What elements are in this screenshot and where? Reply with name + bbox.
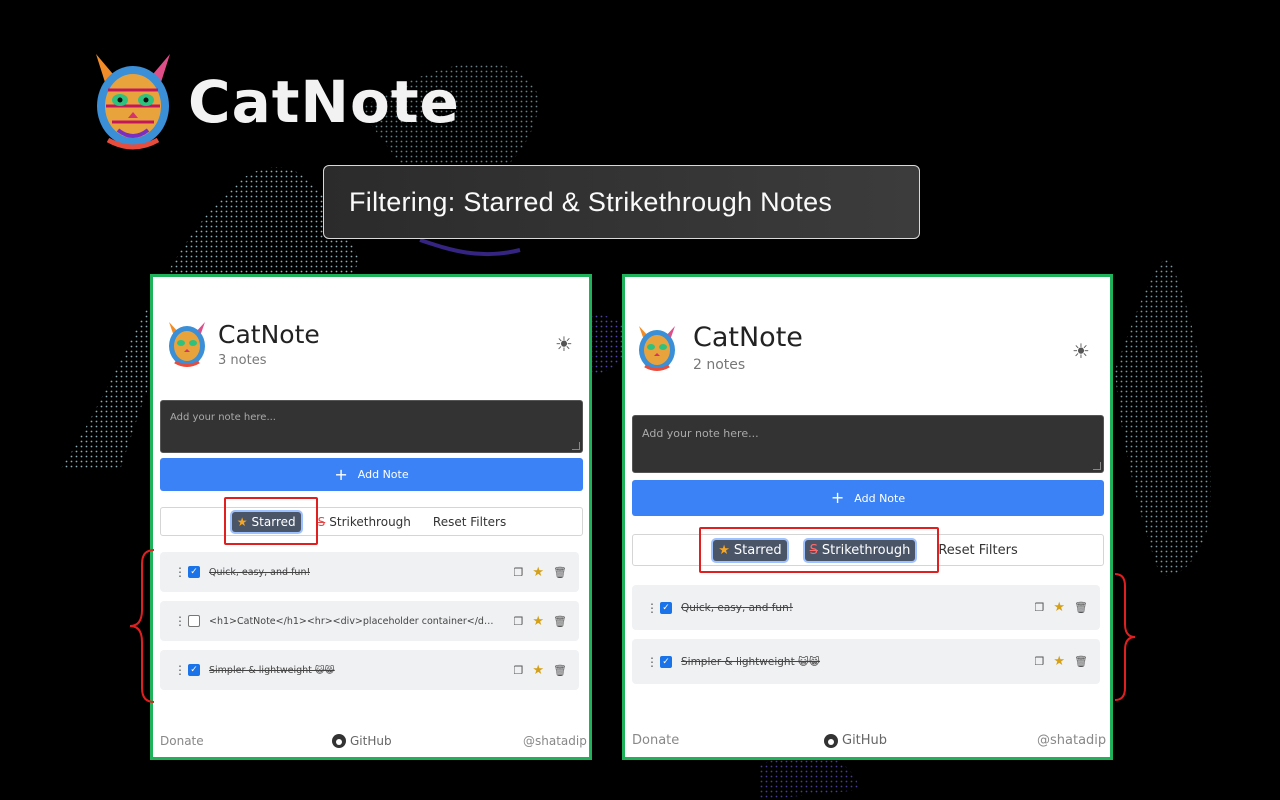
note-checkbox[interactable]: ✓ [660,655,672,668]
cat-logo-icon [169,322,205,367]
note-checkbox[interactable]: ✓ [188,566,200,578]
reset-filters-button[interactable]: Reset Filters [933,540,1022,561]
note-count: 3 notes [218,353,267,368]
resize-handle-icon[interactable] [572,442,580,450]
donate-link[interactable]: Donate [632,733,679,748]
reset-filters-button[interactable]: Reset Filters [428,512,511,532]
subtitle-text: Filtering: Starred & Strikethrough Notes [349,186,833,217]
app-title: CatNote [218,320,320,349]
note-actions: ❐ ★ 🗑 [514,565,568,580]
note-input-placeholder: Add your note here... [170,412,276,423]
list-item[interactable]: ⋮⋮ ✓ Quick, easy, and fun! ❐ ★ 🗑 [160,552,579,592]
trash-icon[interactable]: 🗑 [553,664,567,677]
copy-icon[interactable]: ❐ [514,664,524,677]
sun-icon[interactable]: ☀ [1072,339,1090,363]
github-label: GitHub [842,733,888,748]
copy-icon[interactable]: ❐ [1035,601,1045,614]
author-handle-link[interactable]: @shatadip [1037,733,1106,748]
note-text: Quick, easy, and fun! [209,566,311,578]
note-input[interactable]: Add your note here... [160,400,583,453]
resize-handle-icon[interactable] [1093,462,1101,470]
github-icon [824,733,838,748]
donate-link[interactable]: Donate [160,734,204,748]
strikethrough-icon: S [317,514,326,529]
drag-handle-icon[interactable]: ⋮⋮ [174,614,196,628]
note-text: Simpler & lightweight 😺😸 [681,655,820,668]
left-notes-brace [129,549,155,703]
note-checkbox[interactable] [188,615,200,627]
subtitle-banner: Filtering: Starred & Strikethrough Notes [323,165,920,239]
trash-icon[interactable]: 🗑 [553,615,567,628]
list-item[interactable]: ⋮⋮ ✓ Simpler & lightweight 😺😸 ❐ ★ 🗑 [160,650,579,690]
drag-handle-icon[interactable]: ⋮⋮ [174,565,196,579]
starred-filter-highlight [224,497,318,545]
add-note-button[interactable]: + Add Note [632,480,1104,516]
note-actions: ❐ ★ 🗑 [514,663,568,678]
add-note-button[interactable]: + Add Note [160,458,583,491]
app-header: CatNote 3 notes [165,319,320,369]
copy-icon[interactable]: ❐ [514,615,524,628]
list-item[interactable]: ⋮⋮ <h1>CatNote</h1><hr><div>placeholder … [160,601,579,641]
right-notes-brace [1114,573,1136,701]
plus-icon: + [334,464,348,484]
add-note-label: Add Note [854,491,906,505]
list-item[interactable]: ⋮⋮ ✓ Simpler & lightweight 😺😸 ❐ ★ 🗑 [632,639,1100,684]
note-text: Quick, easy, and fun! [681,601,793,614]
note-input[interactable]: Add your note here... [632,415,1104,473]
active-filters-highlight [699,527,939,573]
note-checkbox[interactable]: ✓ [660,601,672,614]
note-actions: ❐ ★ 🗑 [514,614,568,629]
note-input-placeholder: Add your note here... [642,427,759,440]
cat-logo-icon [639,325,675,371]
app-header: CatNote 2 notes [635,322,803,373]
star-icon[interactable]: ★ [532,565,544,580]
star-icon[interactable]: ★ [1053,654,1065,669]
note-text: Simpler & lightweight 😺😸 [209,664,335,676]
add-note-label: Add Note [357,468,409,481]
github-icon [332,734,346,748]
catnote-logo [96,54,170,150]
reset-filters-label: Reset Filters [938,542,1018,558]
trash-icon[interactable]: 🗑 [1074,655,1088,668]
list-item[interactable]: ⋮⋮ ✓ Quick, easy, and fun! ❐ ★ 🗑 [632,585,1100,630]
right-screenshot-panel: CatNote 2 notes ☀ Add your note here... … [622,274,1113,760]
drag-handle-icon[interactable]: ⋮⋮ [646,601,668,615]
drag-handle-icon[interactable]: ⋮⋮ [174,663,196,677]
trash-icon[interactable]: 🗑 [1074,601,1088,614]
github-label: GitHub [350,734,392,748]
github-link[interactable]: GitHub [332,734,392,748]
left-screenshot-panel: CatNote 3 notes ☀ Add your note here... … [150,274,592,760]
app-title: CatNote [693,322,803,353]
note-count: 2 notes [693,357,746,373]
trash-icon[interactable]: 🗑 [553,566,567,579]
note-actions: ❐ ★ 🗑 [1035,654,1089,669]
hero-title: CatNote [188,68,460,136]
author-handle-link[interactable]: @shatadip [523,734,587,748]
star-icon[interactable]: ★ [532,614,544,629]
sun-icon[interactable]: ☀ [555,332,573,356]
note-text: <h1>CatNote</h1><hr><div>placeholder con… [209,615,494,627]
filter-strikethrough-label: Strikethrough [329,514,411,529]
reset-filters-label: Reset Filters [432,514,507,529]
copy-icon[interactable]: ❐ [514,566,524,579]
drag-handle-icon[interactable]: ⋮⋮ [646,655,668,669]
plus-icon: + [830,488,845,507]
note-checkbox[interactable]: ✓ [188,664,200,676]
github-link[interactable]: GitHub [824,733,887,748]
star-icon[interactable]: ★ [1053,600,1065,615]
note-actions: ❐ ★ 🗑 [1035,600,1089,615]
star-icon[interactable]: ★ [532,663,544,678]
filter-strikethrough-button[interactable]: S Strikethrough [313,512,416,532]
copy-icon[interactable]: ❐ [1035,655,1045,668]
